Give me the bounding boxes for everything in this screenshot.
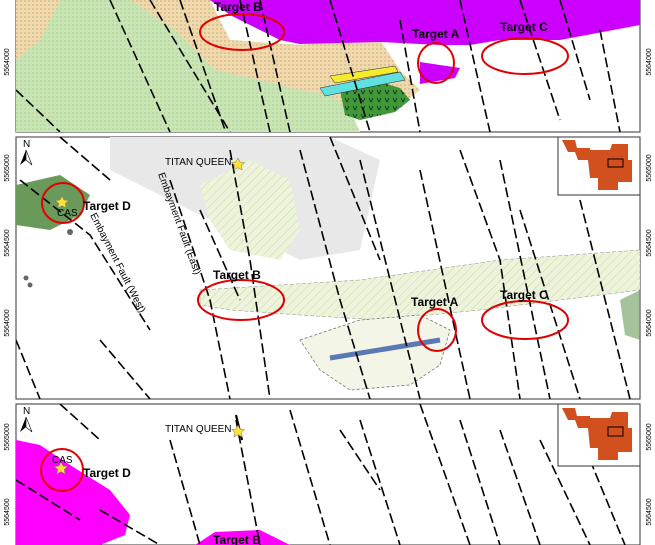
coord-left-mid-1: 5565000: [4, 154, 11, 181]
north-label-bottom: N: [23, 406, 30, 417]
coord-left-mid-2: 5564500: [4, 229, 11, 256]
target-a-label-middle: Target A: [411, 295, 459, 309]
inset-map-bottom: [557, 403, 641, 467]
place-cas-middle: CAS: [57, 208, 78, 219]
north-label-middle: N: [23, 139, 30, 150]
target-b-label-middle: Target B: [213, 268, 261, 282]
coord-right-mid-3: 5564000: [646, 309, 653, 336]
place-titan-queen-middle: TITAN QUEEN: [165, 157, 231, 168]
target-d-label-middle: Target D: [83, 199, 131, 213]
coord-left-top: 5564000: [4, 48, 11, 75]
target-b-label-top: Target B: [214, 0, 262, 14]
panel-bottom: N TITAN QUEEN CAS Target D Target B 5565…: [4, 403, 653, 545]
map-figure: Target B Target A Target C 5564000 55640…: [4, 0, 653, 545]
panel-top: Target B Target A Target C 5564000 55640…: [4, 0, 653, 133]
coord-right-mid-1: 5565000: [646, 154, 653, 181]
target-a-label-top: Target A: [412, 27, 460, 41]
coord-right-bot-1: 5565000: [646, 423, 653, 450]
coord-right-top: 5564000: [646, 48, 653, 75]
place-titan-queen-bottom: TITAN QUEEN: [165, 424, 231, 435]
panel-middle: N TITAN QUEEN CAS Embayment Fault (East)…: [4, 136, 653, 400]
target-b-label-bottom: Target B: [213, 533, 261, 545]
target-c-label-middle: Target C: [500, 288, 548, 302]
target-c-label-top: Target C: [500, 20, 548, 34]
coord-right-bot-2: 5564500: [646, 498, 653, 525]
coord-left-bot-2: 5564500: [4, 498, 11, 525]
coord-left-mid-3: 5564000: [4, 309, 11, 336]
coord-left-bot-1: 5565000: [4, 423, 11, 450]
target-d-label-bottom: Target D: [83, 466, 131, 480]
coord-right-mid-2: 5564500: [646, 229, 653, 256]
inset-map-middle: [557, 136, 641, 196]
